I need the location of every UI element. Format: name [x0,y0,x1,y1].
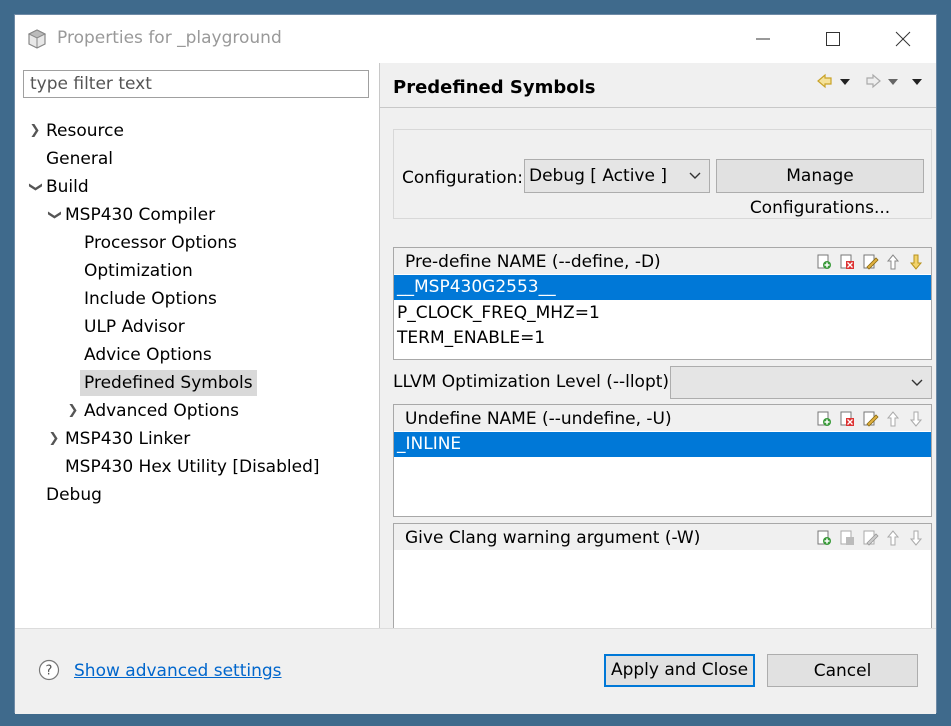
edit-icon[interactable] [861,410,879,428]
edit-icon[interactable] [861,253,879,271]
tree-item-predefined-symbols[interactable]: Predefined Symbols [80,370,257,396]
apply-and-close-button[interactable]: Apply and Close [604,654,755,687]
edit-icon[interactable] [861,529,879,547]
undefine-list: Undefine NAME (--undefine, -U) _INLINE [393,404,932,517]
svg-text:?: ? [46,664,53,679]
tree-item-build[interactable]: ❯ Build [28,174,89,200]
chevron-down-icon [911,379,923,386]
chevron-down-icon[interactable]: ❯ [41,208,67,222]
delete-icon[interactable] [838,253,856,271]
predefine-list: Pre-define NAME (--define, -D) __MSP430G… [393,247,932,360]
clang-warning-list-title: Give Clang warning argument (-W) [405,528,701,548]
tree-item-optimization[interactable]: Optimization [84,258,193,284]
clang-warning-list: Give Clang warning argument (-W) [393,523,932,636]
back-menu-icon[interactable] [840,79,850,85]
add-icon[interactable] [815,253,833,271]
predefine-list-toolbar [815,253,925,271]
list-item[interactable]: __MSP430G2553__ [394,275,931,300]
delete-icon[interactable] [838,529,856,547]
tree-item-general[interactable]: General [46,146,113,172]
tree-item-hex-utility[interactable]: MSP430 Hex Utility [Disabled] [65,454,320,480]
forward-arrow-icon[interactable] [866,73,881,89]
move-up-icon[interactable] [884,253,902,271]
configuration-label: Configuration: [402,168,524,188]
filter-input[interactable] [23,70,369,98]
title-separator [380,107,936,108]
window-title: Properties for _playground [57,28,282,48]
chevron-right-icon[interactable]: ❯ [47,426,61,452]
move-up-icon[interactable] [884,410,902,428]
tree-item-linker[interactable]: ❯ MSP430 Linker [49,426,191,452]
chevron-down-icon[interactable]: ❯ [22,180,48,194]
button-bar: ? Show advanced settings Apply and Close… [15,628,936,714]
forward-menu-icon[interactable] [888,79,898,85]
clang-warning-list-header: Give Clang warning argument (-W) [394,524,931,550]
llvm-optimization-label: LLVM Optimization Level (--llopt) [393,372,670,392]
properties-dialog: Properties for _playground ❯ Resource Ge… [14,14,937,714]
tree-item-advanced-options[interactable]: ❯ Advanced Options [68,398,239,424]
move-down-icon[interactable] [907,253,925,271]
undefine-list-header: Undefine NAME (--undefine, -U) [394,405,931,431]
chevron-right-icon[interactable]: ❯ [28,118,42,144]
page-title: Predefined Symbols [393,77,596,98]
tree-pane: ❯ Resource General ❯ Build ❯ MSP430 Comp… [15,63,379,628]
help-icon[interactable]: ? [38,659,60,681]
move-up-icon[interactable] [884,529,902,547]
predefine-list-title: Pre-define NAME (--define, -D) [405,252,661,272]
chevron-right-icon[interactable]: ❯ [66,398,80,424]
cancel-button[interactable]: Cancel [767,654,918,687]
view-menu-icon[interactable] [912,79,922,85]
predefine-list-header: Pre-define NAME (--define, -D) [394,248,931,274]
tree-item-compiler[interactable]: ❯ MSP430 Compiler [47,202,215,228]
minimize-icon[interactable] [751,27,775,51]
tree-item-include-options[interactable]: Include Options [84,286,217,312]
delete-icon[interactable] [838,410,856,428]
llvm-optimization-select[interactable] [670,366,932,399]
configuration-group: Configuration: Debug [ Active ] Manage C… [393,129,932,219]
move-down-icon[interactable] [907,529,925,547]
chevron-down-icon [689,172,701,179]
settings-pane: Predefined Symbols Configuration: Debug … [380,63,936,636]
app-icon [27,29,47,49]
close-icon[interactable] [891,27,915,51]
add-icon[interactable] [815,410,833,428]
list-item[interactable]: P_CLOCK_FREQ_MHZ=1 [394,301,931,326]
add-icon[interactable] [815,529,833,547]
undefine-list-toolbar [815,410,925,428]
tree-item-resource[interactable]: ❯ Resource [30,118,124,144]
list-item[interactable]: _INLINE [394,432,931,457]
show-advanced-settings-link[interactable]: Show advanced settings [74,661,282,681]
tree-item-debug[interactable]: Debug [46,482,102,508]
tree-item-advice-options[interactable]: Advice Options [84,342,212,368]
undefine-list-title: Undefine NAME (--undefine, -U) [405,409,672,429]
tree-item-processor-options[interactable]: Processor Options [84,230,237,256]
maximize-icon[interactable] [821,27,845,51]
configuration-select[interactable]: Debug [ Active ] [524,159,710,193]
back-arrow-icon[interactable] [817,73,832,89]
move-down-icon[interactable] [907,410,925,428]
list-item[interactable]: TERM_ENABLE=1 [394,326,931,351]
title-bar: Properties for _playground [15,15,936,63]
navigation-toolbar [817,73,922,89]
manage-configurations-button[interactable]: Manage Configurations... [716,159,924,218]
tree-item-ulp-advisor[interactable]: ULP Advisor [84,314,185,340]
clang-warning-list-toolbar [815,529,925,547]
